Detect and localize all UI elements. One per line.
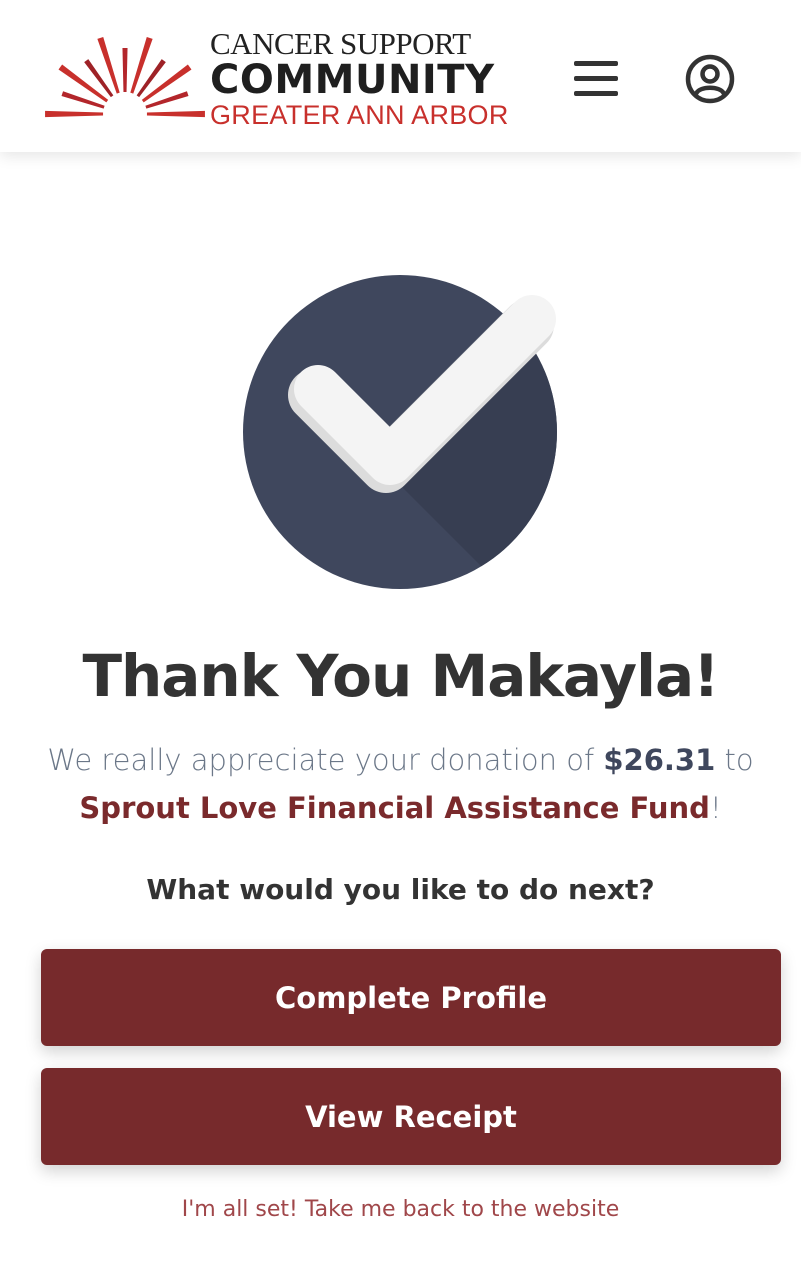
donation-amount: $26.31 [603,743,716,777]
logo-ray [97,37,120,94]
user-account-icon[interactable] [684,53,736,105]
logo-ray [130,37,153,94]
next-step-prompt: What would you like to do next? [146,873,655,906]
message-suffix: ! [709,791,722,825]
logo-text: CANCER SUPPORT COMMUNITY GREATER ANN ARB… [210,26,510,130]
menu-bar [574,91,618,96]
message-prefix: We really appreciate your donation of [47,743,604,777]
logo-line-cancer-support: CANCER SUPPORT [210,26,471,61]
menu-bar [574,76,618,81]
logo-line-community: COMMUNITY [210,57,495,103]
checkmark-circle-icon [243,275,557,589]
complete-profile-label: Complete Profile [274,980,547,1015]
view-receipt-label: View Receipt [305,1099,517,1134]
donation-message: We really appreciate your donation of $2… [20,736,781,832]
sunburst-logo-icon [45,37,205,118]
menu-bar [574,61,618,66]
complete-profile-button[interactable]: Complete Profile [41,949,781,1046]
cancer-support-community-logo[interactable]: CANCER SUPPORT COMMUNITY GREATER ANN ARB… [42,28,512,130]
site-header: CANCER SUPPORT COMMUNITY GREATER ANN ARB… [0,0,801,152]
logo-ray [122,48,128,93]
fund-name: Sprout Love Financial Assistance Fund [79,791,710,825]
message-mid: to [715,743,754,777]
view-receipt-button[interactable]: View Receipt [41,1068,781,1165]
back-to-website-link[interactable]: I'm all set! Take me back to the website [0,1192,801,1228]
thank-you-heading: Thank You Makayla! [82,642,719,710]
logo-ray [45,110,104,118]
hamburger-menu-icon[interactable] [572,58,620,100]
logo-line-greater-ann-arbor: GREATER ANN ARBOR [210,100,509,130]
logo-ray [146,110,205,118]
